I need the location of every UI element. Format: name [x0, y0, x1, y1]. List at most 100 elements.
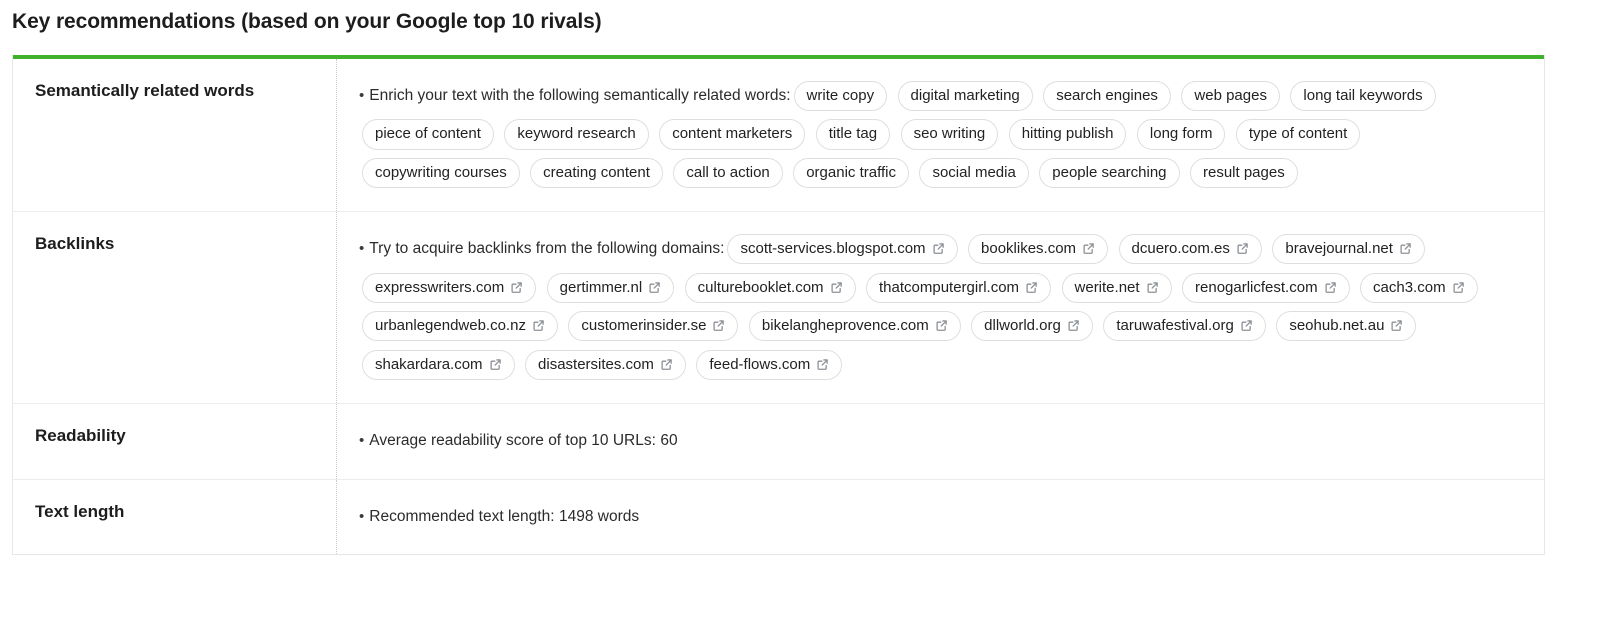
table-row: Readability •Average readability score o… — [13, 404, 1544, 480]
backlink-domain-pill-label: werite.net — [1075, 279, 1140, 296]
table-row: Text length •Recommended text length: 14… — [13, 480, 1544, 555]
backlink-domain-pill[interactable]: taruwafestival.org — [1103, 311, 1266, 341]
semantic-tag-label: result pages — [1203, 164, 1285, 181]
semantic-tag[interactable]: search engines — [1043, 81, 1171, 111]
backlink-domain-pill-label: seohub.net.au — [1289, 317, 1384, 334]
semantic-tag[interactable]: type of content — [1236, 119, 1360, 149]
table-row: Backlinks •Try to acquire backlinks from… — [13, 212, 1544, 404]
backlink-domain-pill[interactable]: thatcomputergirl.com — [866, 273, 1051, 303]
row-label: Backlinks — [35, 234, 336, 254]
row-label-cell-backlinks: Backlinks — [13, 212, 337, 403]
semantic-tag-label: long tail keywords — [1303, 87, 1422, 104]
backlink-domain-pill[interactable]: expresswriters.com — [362, 273, 536, 303]
recommendation-bullet: •Average readability score of top 10 URL… — [359, 422, 1524, 461]
row-label-cell-text-length: Text length — [13, 480, 337, 555]
backlink-domain-pill[interactable]: gertimmer.nl — [547, 273, 675, 303]
external-link-icon — [830, 281, 843, 294]
backlink-domain-pill[interactable]: feed-flows.com — [696, 350, 842, 380]
semantic-tag[interactable]: organic traffic — [793, 158, 909, 188]
external-link-icon — [932, 242, 945, 255]
backlink-domain-pill[interactable]: cach3.com — [1360, 273, 1478, 303]
semantic-tag[interactable]: social media — [919, 158, 1028, 188]
backlink-domain-pill-label: booklikes.com — [981, 240, 1076, 257]
semantic-tag-label: creating content — [543, 164, 650, 181]
bullet-icon: • — [359, 240, 364, 257]
external-link-icon — [1082, 242, 1095, 255]
backlink-domain-pill[interactable]: booklikes.com — [968, 234, 1108, 264]
backlink-domain-pill[interactable]: urbanlegendweb.co.nz — [362, 311, 558, 341]
backlink-domain-pill[interactable]: scott-services.blogspot.com — [727, 234, 957, 264]
row-label: Text length — [35, 502, 336, 522]
external-link-icon — [510, 281, 523, 294]
semantic-tag[interactable]: title tag — [816, 119, 890, 149]
semantic-tag[interactable]: keyword research — [504, 119, 648, 149]
semantic-tag-label: search engines — [1056, 87, 1158, 104]
semantic-tag-label: digital marketing — [911, 87, 1020, 104]
row-content-cell-semantically-related-words: •Enrich your text with the following sem… — [337, 59, 1544, 211]
semantic-tag[interactable]: digital marketing — [898, 81, 1033, 111]
bullet-text: Recommended text length: — [369, 508, 554, 525]
external-link-icon — [1236, 242, 1249, 255]
backlink-domain-pill-label: feed-flows.com — [709, 356, 810, 373]
semantic-tag[interactable]: creating content — [530, 158, 663, 188]
row-label-cell-semantically-related-words: Semantically related words — [13, 59, 337, 211]
semantic-tag[interactable]: call to action — [673, 158, 782, 188]
row-content-cell-backlinks: •Try to acquire backlinks from the follo… — [337, 212, 1544, 403]
semantic-tag-label: copywriting courses — [375, 164, 507, 181]
backlink-domain-pill[interactable]: werite.net — [1062, 273, 1172, 303]
external-link-icon — [489, 358, 502, 371]
semantic-tag-label: title tag — [829, 125, 877, 142]
backlink-domain-pill[interactable]: dllworld.org — [971, 311, 1093, 341]
recommendation-bullet: •Recommended text length: 1498 words — [359, 498, 1524, 537]
backlink-domain-pill-label: renogarlicfest.com — [1195, 279, 1318, 296]
row-label: Readability — [35, 426, 336, 446]
external-link-icon — [712, 319, 725, 332]
backlink-domain-pill-label: bikelangheprovence.com — [762, 317, 929, 334]
recommendation-bullet: •Enrich your text with the following sem… — [359, 77, 1524, 193]
semantic-tag[interactable]: seo writing — [901, 119, 999, 149]
semantic-tag[interactable]: content marketers — [659, 119, 805, 149]
backlink-domain-pill[interactable]: disastersites.com — [525, 350, 686, 380]
text-length-value: 1498 words — [559, 508, 639, 525]
external-link-icon — [1240, 319, 1253, 332]
backlink-domain-pill[interactable]: customerinsider.se — [568, 311, 738, 341]
bullet-icon: • — [359, 87, 364, 104]
backlink-domain-pill[interactable]: culturebooklet.com — [685, 273, 856, 303]
external-link-icon — [648, 281, 661, 294]
semantic-tag-label: organic traffic — [806, 164, 896, 181]
semantic-tag[interactable]: piece of content — [362, 119, 494, 149]
semantic-tag[interactable]: web pages — [1181, 81, 1280, 111]
row-label: Semantically related words — [35, 81, 336, 101]
semantic-tag-label: people searching — [1052, 164, 1166, 181]
backlink-domain-pill-label: disastersites.com — [538, 356, 654, 373]
backlink-domain-pill[interactable]: dcuero.com.es — [1119, 234, 1262, 264]
external-link-icon — [1146, 281, 1159, 294]
semantic-tag[interactable]: long tail keywords — [1290, 81, 1435, 111]
row-content-cell-text-length: •Recommended text length: 1498 words — [337, 480, 1544, 555]
backlink-domain-pill[interactable]: seohub.net.au — [1276, 311, 1416, 341]
semantic-tag[interactable]: result pages — [1190, 158, 1298, 188]
semantic-tag[interactable]: copywriting courses — [362, 158, 520, 188]
backlink-domain-pill[interactable]: bravejournal.net — [1272, 234, 1425, 264]
external-link-icon — [1399, 242, 1412, 255]
semantic-tag[interactable]: write copy — [794, 81, 888, 111]
backlink-domain-pill-label: culturebooklet.com — [698, 279, 824, 296]
backlink-domain-pill[interactable]: bikelangheprovence.com — [749, 311, 961, 341]
semantic-tag[interactable]: people searching — [1039, 158, 1179, 188]
backlink-domain-pill[interactable]: shakardara.com — [362, 350, 515, 380]
semantic-tag-label: call to action — [686, 164, 769, 181]
semantic-tag-label: hitting publish — [1022, 125, 1114, 142]
semantic-tag-label: long form — [1150, 125, 1213, 142]
backlink-domain-pill[interactable]: renogarlicfest.com — [1182, 273, 1350, 303]
backlink-domain-pill-label: customerinsider.se — [581, 317, 706, 334]
backlink-domain-pill-label: dllworld.org — [984, 317, 1061, 334]
key-recommendations-card: Semantically related words •Enrich your … — [12, 55, 1545, 555]
semantic-tag[interactable]: hitting publish — [1009, 119, 1127, 149]
external-link-icon — [660, 358, 673, 371]
bullet-icon: • — [359, 432, 364, 449]
external-link-icon — [1452, 281, 1465, 294]
semantic-tag-label: content marketers — [672, 125, 792, 142]
row-content-cell-readability: •Average readability score of top 10 URL… — [337, 404, 1544, 479]
backlink-domain-pill-label: expresswriters.com — [375, 279, 504, 296]
semantic-tag[interactable]: long form — [1137, 119, 1226, 149]
